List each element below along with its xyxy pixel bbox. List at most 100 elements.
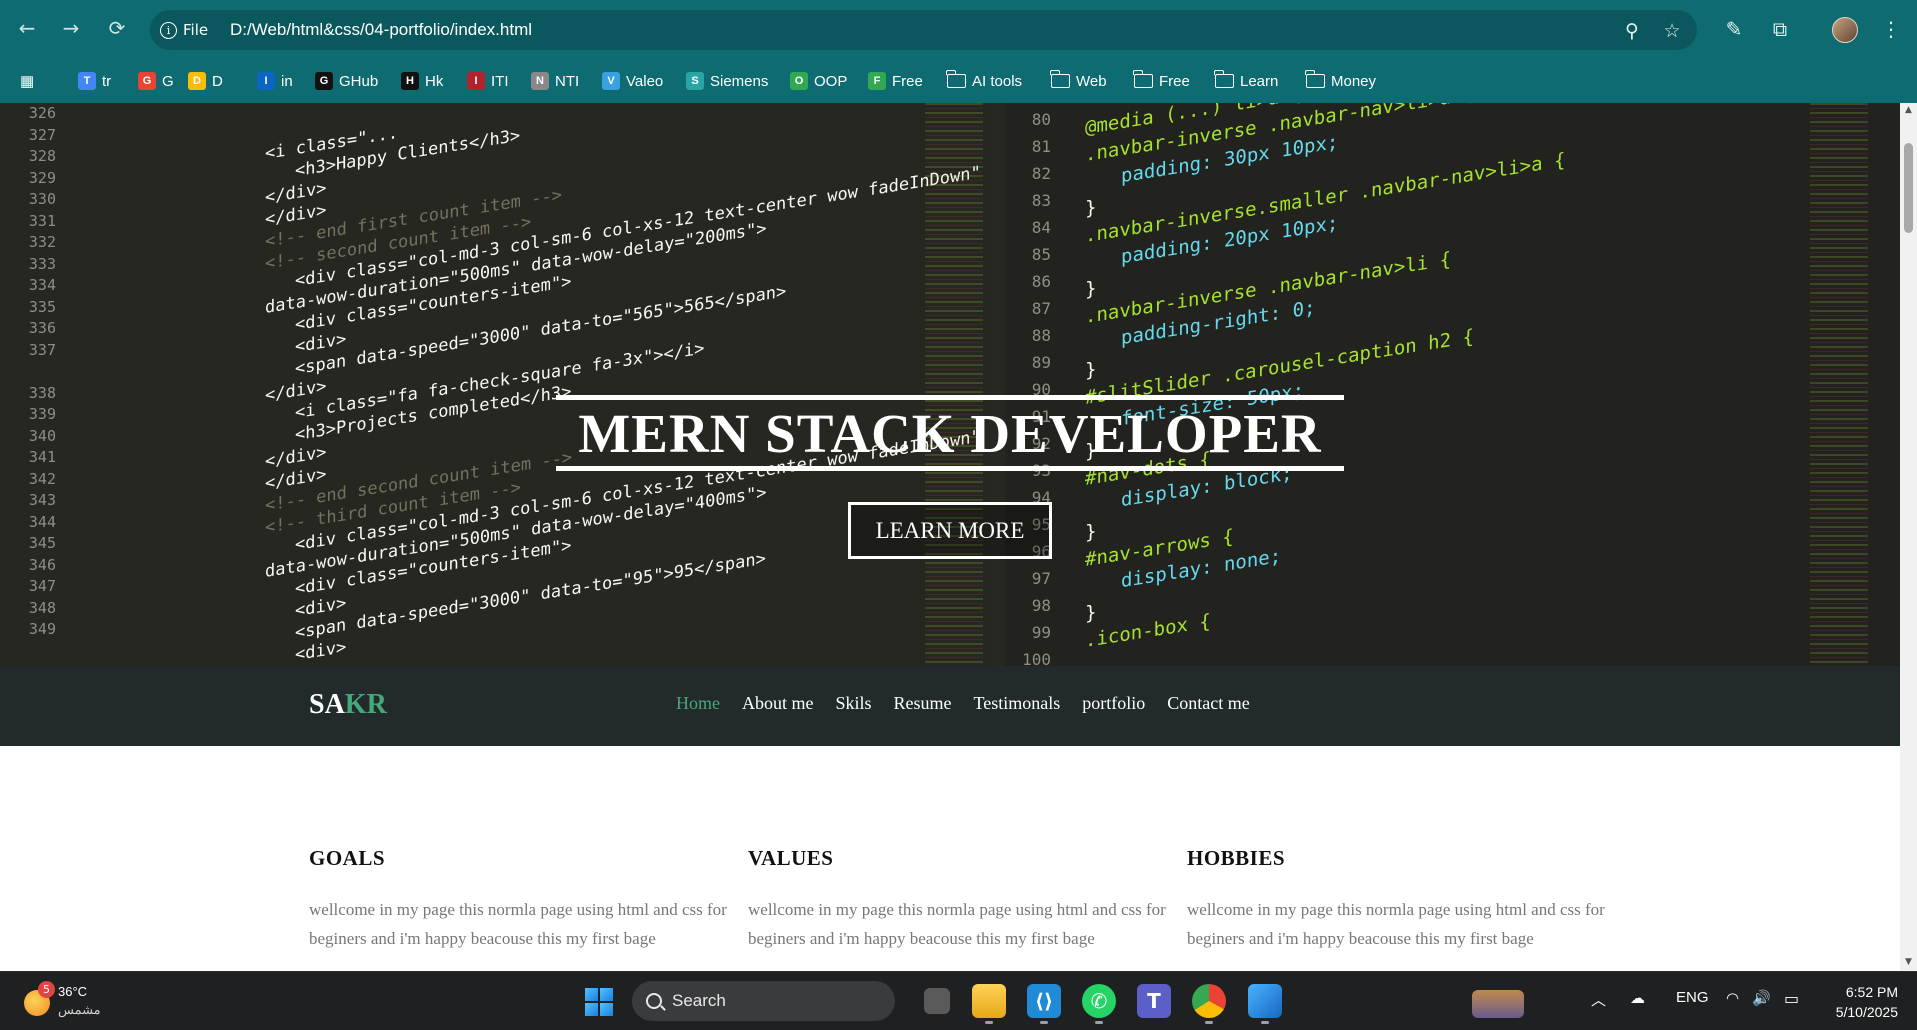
profile-avatar[interactable]	[1832, 17, 1858, 43]
onedrive-icon[interactable]: ☁	[1630, 989, 1645, 1007]
line-number	[0, 641, 60, 663]
bookmark-oop[interactable]: O OOP	[790, 70, 847, 92]
weather-widget[interactable]: 5 36°C مشمس	[24, 981, 101, 1019]
bookmark-in[interactable]: Iin	[257, 70, 293, 92]
scroll-up-icon[interactable]: ▲	[1903, 105, 1914, 115]
bookmark-label: in	[281, 72, 293, 90]
line-number: 85	[1031, 245, 1051, 264]
hackerrank-icon: H	[401, 72, 419, 90]
url-text[interactable]: D:/Web/html&css/04-portfolio/index.html	[230, 20, 532, 40]
learn-more-button[interactable]: LEARN MORE	[848, 502, 1052, 559]
site-info-chip[interactable]: i File	[160, 19, 208, 41]
feature-title: HOBBIES	[1187, 846, 1286, 870]
bookmark-web[interactable]: Web	[1050, 70, 1107, 92]
github-icon: G	[315, 72, 333, 90]
line-number: 341	[28, 448, 56, 466]
line-number: 89	[1031, 353, 1051, 372]
site-info-label: File	[183, 21, 209, 39]
extensions-icon[interactable]: ⧉	[1766, 15, 1794, 43]
start-button[interactable]	[585, 988, 613, 1016]
battery-icon[interactable]: ▭	[1784, 989, 1806, 1011]
color-picker-icon[interactable]: ✎	[1720, 15, 1748, 43]
chrome-icon[interactable]	[1192, 984, 1226, 1024]
info-icon: i	[160, 21, 177, 39]
line-number: 342	[28, 469, 56, 488]
line-number: 347	[28, 577, 56, 595]
nav-link-home[interactable]: Home	[676, 693, 720, 714]
nav-link-skils[interactable]: Skils	[836, 693, 872, 714]
bookmark-valeo[interactable]: V Valeo	[602, 70, 663, 92]
bookmark-learn[interactable]: Learn	[1214, 70, 1279, 92]
task-view-icon[interactable]	[924, 988, 950, 1014]
apps-grid-icon[interactable]: ▦	[20, 70, 34, 92]
clock-date: 5/10/2025	[1835, 1004, 1898, 1020]
bookmark-free[interactable]: F Free	[868, 70, 923, 92]
line-number	[0, 361, 60, 383]
line-number: 88	[1031, 326, 1051, 345]
bookmark-siemens[interactable]: S Siemens	[686, 70, 768, 92]
line-number: 339	[28, 405, 56, 423]
page-scrollbar[interactable]: ▲ ▼	[1900, 103, 1917, 971]
bookmark-hk[interactable]: H Hk	[401, 70, 443, 92]
whatsapp-icon[interactable]: ✆	[1082, 984, 1116, 1024]
bookmark-nti[interactable]: N NTI	[531, 70, 579, 92]
menu-icon[interactable]: ⋮	[1877, 15, 1905, 43]
address-bar[interactable]: i File D:/Web/html&css/04-portfolio/inde…	[150, 10, 1697, 50]
bookmark-g[interactable]: GG	[138, 70, 174, 92]
nav-link-resume[interactable]: Resume	[894, 693, 952, 714]
reload-button[interactable]: ⟳	[103, 14, 131, 42]
bookmarks-bar: ▦ Ttr G G D D Iin G GHub H Hk I ITI N NTI V Valeo S Siemen…	[0, 59, 1917, 103]
line-number: 100	[1022, 650, 1051, 666]
line-numbers-right: 80 81 82 83 84 85 86 87 88 89 90 91 92 93 94 95 96 97 98 99…	[1005, 109, 1055, 666]
bookmark-tr[interactable]: Ttr	[78, 70, 111, 92]
code-text-left: <i class="... <h3>Happy Clients</h3> </div…	[265, 103, 981, 666]
bookmark-d[interactable]: DD	[188, 70, 223, 92]
brand-logo[interactable]: SAKR	[309, 689, 387, 721]
siemens-icon: S	[686, 72, 704, 90]
file-explorer-icon[interactable]	[972, 984, 1006, 1024]
line-number: 330	[28, 190, 56, 208]
scroll-down-icon[interactable]: ▼	[1903, 957, 1914, 967]
forward-button[interactable]: →	[57, 14, 85, 42]
hero-title: MERN STACK DEVELOPER	[578, 402, 1322, 464]
zoom-icon[interactable]: ⚲	[1620, 19, 1644, 43]
features-section: GOALS wellcome in my page this normla pag…	[0, 746, 1900, 971]
nav-link-about-me[interactable]: About me	[742, 693, 814, 714]
feature-title: VALUES	[748, 846, 834, 870]
nav-link-contact-me[interactable]: Contact me	[1167, 693, 1249, 714]
line-number: 346	[28, 555, 56, 574]
bookmark-iti[interactable]: I ITI	[467, 70, 509, 92]
folder-icon	[1305, 70, 1325, 88]
folder-icon	[1214, 70, 1234, 88]
bookmark-label: G	[162, 72, 174, 90]
bookmark-ghub[interactable]: G GHub	[315, 70, 378, 92]
line-number: 327	[28, 125, 56, 144]
volume-icon[interactable]: 🔊	[1752, 989, 1771, 1007]
system-clock[interactable]: 6:52 PM 5/10/2025	[1826, 982, 1898, 1022]
bookmark-free[interactable]: Free	[1133, 70, 1190, 92]
nav-link-testimonals[interactable]: Testimonals	[974, 693, 1061, 714]
language-indicator[interactable]: ENG	[1676, 989, 1709, 1006]
line-number: 331	[28, 211, 56, 230]
sun-icon: 5	[24, 981, 55, 1016]
scroll-thumb[interactable]	[1904, 143, 1913, 233]
vscode-icon[interactable]: ⟨⟩	[1027, 984, 1061, 1024]
feature-text: wellcome in my page this normla page usi…	[309, 900, 727, 948]
bookmark-label: Learn	[1240, 72, 1279, 90]
folder-icon	[1050, 70, 1070, 88]
tray-overflow-icon[interactable]: ︿	[1591, 989, 1606, 1010]
bookmark-star-icon[interactable]: ☆	[1660, 19, 1684, 43]
line-number: 333	[28, 254, 56, 273]
bookmark-ai-tools[interactable]: AI tools	[946, 70, 1022, 92]
photos-icon[interactable]	[1248, 984, 1282, 1024]
bookmark-label: Valeo	[626, 72, 664, 90]
wifi-icon[interactable]: ◠	[1726, 989, 1739, 1007]
hero-code-right: 80 81 82 83 84 85 86 87 88 89 90 91 92 93 94 95 96 97 98 99…	[1005, 103, 1900, 666]
taskbar-search[interactable]: Search	[632, 981, 1524, 1021]
back-button[interactable]: ←	[13, 14, 41, 42]
nav-link-portfolio[interactable]: portfolio	[1082, 693, 1145, 714]
line-number: 97	[1031, 569, 1051, 588]
bookmark-money[interactable]: Money	[1305, 70, 1376, 92]
search-label: Search	[672, 991, 726, 1010]
teams-icon[interactable]: T	[1137, 984, 1171, 1018]
